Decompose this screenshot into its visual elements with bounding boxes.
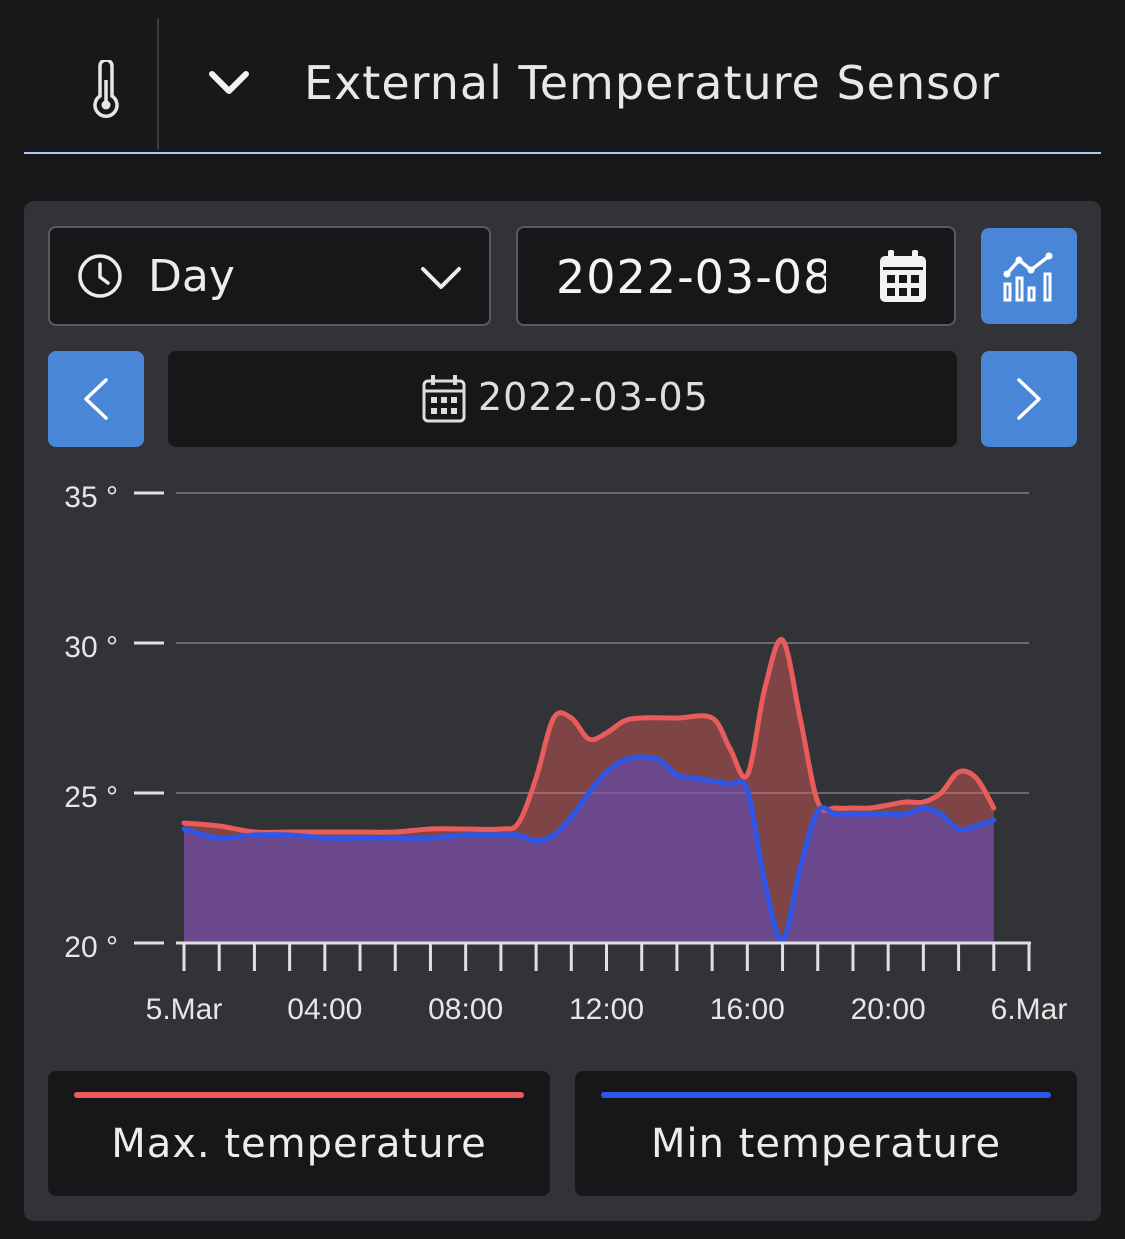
legend-label-min: Min temperature: [650, 1121, 1002, 1167]
legend-label-max: Max. temperature: [111, 1121, 487, 1167]
x-tick-label: 04:00: [287, 993, 362, 1026]
header-divider: [157, 18, 159, 150]
legend-min-temperature[interactable]: Min temperature: [575, 1071, 1077, 1196]
legend-swatch-max: [74, 1092, 524, 1098]
y-tick-label: 30 °: [64, 631, 118, 664]
x-tick-label: 5.Mar: [146, 993, 223, 1026]
x-tick-label: 08:00: [428, 993, 503, 1026]
legend-swatch-min: [601, 1092, 1051, 1098]
y-tick-label: 25 °: [64, 781, 118, 814]
chevron-down-icon[interactable]: [207, 68, 251, 98]
sensor-card: Day 2022-03-08 2022-03-05 20 ° 25 ° 30 °…: [24, 201, 1101, 1221]
y-tick-label: 20 °: [64, 931, 118, 964]
header-bar: External Temperature Sensor: [24, 18, 1101, 154]
x-tick-label: 12:00: [569, 993, 644, 1026]
temperature-chart: 20 ° 25 ° 30 ° 35 ° 5.Mar 04:00 08:00 12:00 16:0…: [64, 481, 1068, 1026]
x-tick-label: 20:00: [851, 993, 926, 1026]
legend-max-temperature[interactable]: Max. temperature: [48, 1071, 550, 1196]
y-tick-label: 35 °: [64, 481, 118, 514]
x-tick-label: 6.Mar: [991, 993, 1068, 1026]
page-title: External Temperature Sensor: [304, 56, 1001, 110]
x-tick-label: 16:00: [710, 993, 785, 1026]
thermometer-icon: [93, 60, 119, 118]
